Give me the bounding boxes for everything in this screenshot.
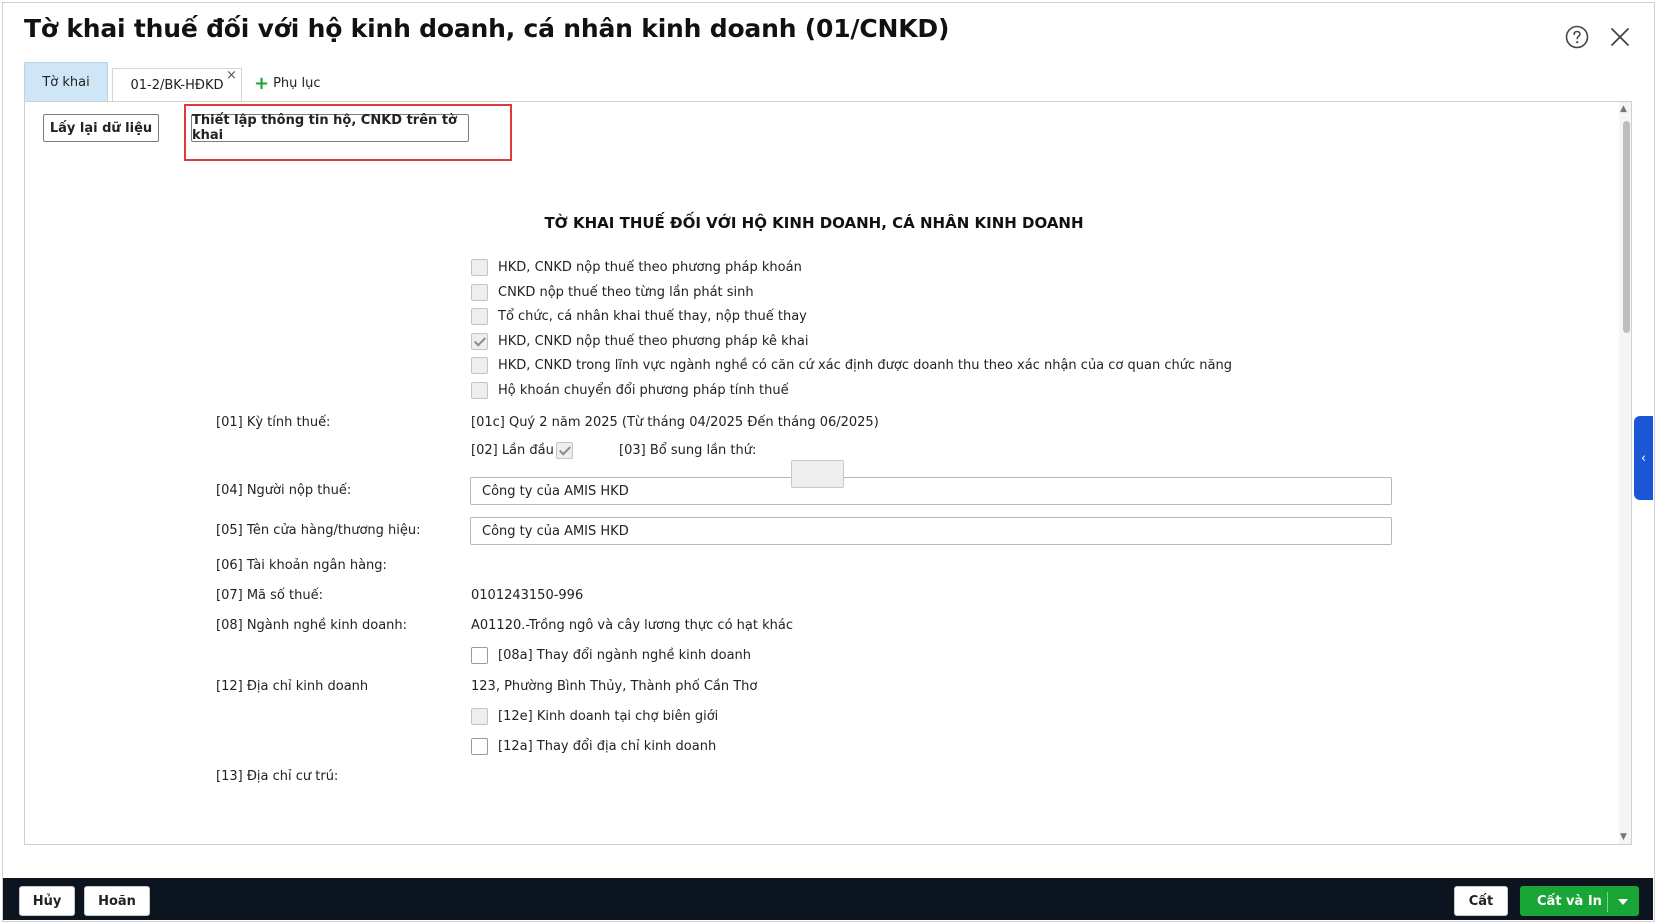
dialog-title: Tờ khai thuế đối với hộ kinh doanh, cá n… — [24, 14, 950, 43]
change-address-checkbox[interactable] — [471, 738, 488, 755]
taxpayer-label: [04] Người nộp thuế: — [216, 483, 352, 498]
method-checkbox[interactable] — [471, 382, 488, 399]
business-label: [08] Ngành nghề kinh doanh: — [216, 618, 408, 633]
supplement-label: [03] Bổ sung lần thứ: — [619, 443, 757, 458]
highlight-box — [184, 104, 512, 161]
method-label: Hộ khoán chuyển đổi phương pháp tính thu… — [498, 383, 789, 398]
method-checkbox[interactable] — [471, 259, 488, 276]
tab-close-icon[interactable]: × — [226, 69, 237, 83]
border-market-label: [12e] Kinh doanh tại chợ biên giới — [498, 709, 719, 724]
taxpayer-field[interactable]: Công ty của AMIS HKD — [470, 477, 1392, 505]
save-and-print-label: Cất và In — [1537, 893, 1602, 909]
button-divider — [1607, 892, 1608, 912]
tab-bk-hdkd[interactable]: 01-2/BK-HĐKD — [112, 68, 242, 102]
tax-code-value: 0101243150-996 — [471, 588, 584, 603]
address-label: [12] Địa chỉ kinh doanh — [216, 679, 369, 694]
store-name-field[interactable]: Công ty của AMIS HKD — [470, 517, 1392, 545]
method-label: CNKD nộp thuế theo từng lần phát sinh — [498, 285, 754, 300]
tab-label: 01-2/BK-HĐKD — [130, 78, 224, 93]
save-and-print-button[interactable]: Cất và In — [1520, 886, 1639, 916]
first-time-label: [02] Lần đầu — [471, 443, 554, 458]
method-label: HKD, CNKD trong lĩnh vực ngành nghề có c… — [498, 358, 1232, 373]
method-checkbox[interactable] — [471, 284, 488, 301]
save-button[interactable]: Cất — [1454, 886, 1508, 916]
close-icon[interactable] — [1608, 25, 1632, 49]
address-value: 123, Phường Bình Thủy, Thành phố Cần Thơ — [471, 679, 758, 694]
first-time-checkbox[interactable] — [556, 442, 573, 459]
help-icon[interactable] — [1565, 25, 1589, 49]
footer-bar: Hủy Hoãn Cất Cất và In — [3, 878, 1653, 920]
scroll-up-icon[interactable]: ▲ — [1620, 104, 1627, 114]
add-appendix-button[interactable]: + Phụ lục — [254, 72, 321, 94]
dropdown-caret-icon[interactable] — [1618, 899, 1628, 905]
store-label: [05] Tên cửa hàng/thương hiệu: — [216, 523, 421, 538]
business-value: A01120.-Trồng ngô và cây lương thực có h… — [471, 618, 793, 633]
method-label: HKD, CNKD nộp thuế theo phương pháp khoá… — [498, 260, 802, 275]
change-business-label: [08a] Thay đổi ngành nghề kinh doanh — [498, 648, 752, 663]
supplement-number-field[interactable] — [791, 460, 844, 488]
add-appendix-label: Phụ lục — [273, 76, 321, 91]
period-label: [01] Kỳ tính thuế: — [216, 415, 331, 430]
scroll-down-icon[interactable]: ▼ — [1620, 832, 1627, 842]
form-heading: TỜ KHAI THUẾ ĐỐI VỚI HỘ KINH DOANH, CÁ N… — [544, 214, 1084, 232]
method-label: Tổ chức, cá nhân khai thuế thay, nộp thu… — [498, 309, 807, 324]
change-address-label: [12a] Thay đổi địa chỉ kinh doanh — [498, 739, 717, 754]
plus-icon: + — [254, 72, 270, 94]
residence-label: [13] Địa chỉ cư trú: — [216, 769, 339, 784]
tax-code-label: [07] Mã số thuế: — [216, 588, 323, 603]
cancel-button[interactable]: Hủy — [19, 886, 75, 916]
bank-account-label: [06] Tài khoản ngân hàng: — [216, 558, 387, 573]
defer-button[interactable]: Hoãn — [84, 886, 150, 916]
chevron-left-icon: ‹ — [1640, 450, 1647, 466]
side-panel-toggle[interactable]: ‹ — [1634, 416, 1653, 500]
method-checkbox[interactable] — [471, 357, 488, 374]
method-label: HKD, CNKD nộp thuế theo phương pháp kê k… — [498, 334, 809, 349]
tab-to-khai[interactable]: Tờ khai — [24, 62, 108, 102]
method-checkbox[interactable] — [471, 308, 488, 325]
scrollbar-thumb[interactable] — [1623, 121, 1630, 333]
tab-label: Tờ khai — [42, 75, 90, 90]
reload-data-button[interactable]: Lấy lại dữ liệu — [43, 114, 159, 142]
change-business-checkbox[interactable] — [471, 647, 488, 664]
method-checkbox[interactable] — [471, 333, 488, 350]
period-value: [01c] Quý 2 năm 2025 (Từ tháng 04/2025 Đ… — [471, 415, 879, 430]
border-market-checkbox[interactable] — [471, 708, 488, 725]
